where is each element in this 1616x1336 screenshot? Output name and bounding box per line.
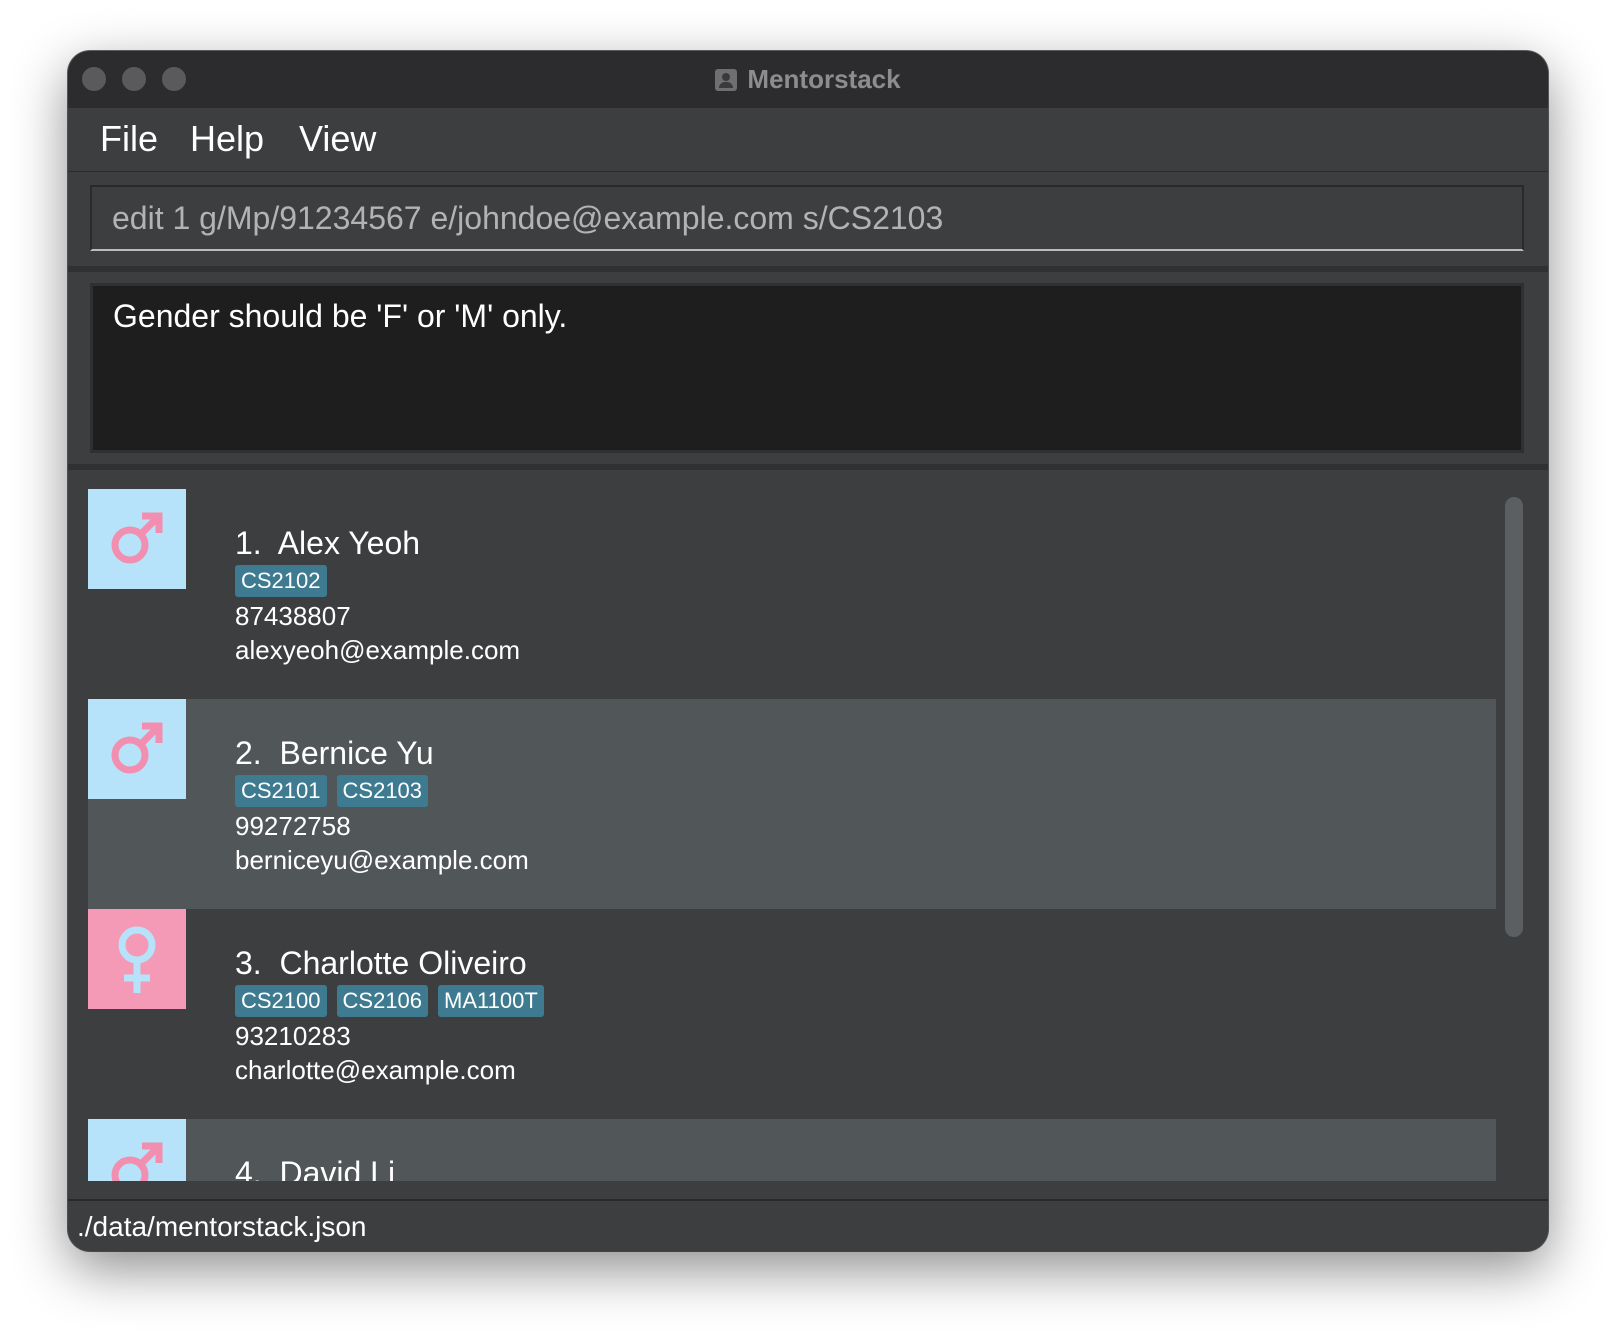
menu-view[interactable]: View — [299, 118, 376, 160]
person-card[interactable]: 2. Bernice Yu CS2101 CS2103 99272758 ber… — [88, 699, 1496, 909]
divider — [68, 464, 1548, 470]
scrollbar-thumb[interactable] — [1505, 497, 1523, 937]
tag-list: CS2102 — [235, 565, 327, 597]
app-icon — [715, 68, 738, 91]
person-name: 2. Bernice Yu — [235, 735, 434, 772]
person-list[interactable]: 1. Alex Yeoh CS2102 87438807 alexyeoh@ex… — [88, 489, 1496, 1181]
gender-avatar — [88, 489, 186, 589]
person-index: 1. — [235, 525, 262, 561]
menu-bar: File Help View — [68, 108, 1548, 172]
menu-file[interactable]: File — [100, 118, 158, 160]
divider — [68, 266, 1548, 272]
person-index: 4. — [235, 1155, 262, 1181]
person-card[interactable]: 1. Alex Yeoh CS2102 87438807 alexyeoh@ex… — [88, 489, 1496, 699]
person-index: 2. — [235, 735, 262, 771]
gender-avatar — [88, 909, 186, 1009]
status-bar: ./data/mentorstack.json — [68, 1199, 1548, 1251]
module-tag: CS2102 — [235, 565, 327, 597]
command-input[interactable] — [92, 187, 1522, 249]
person-name: 1. Alex Yeoh — [235, 525, 420, 562]
data-file-path: ./data/mentorstack.json — [77, 1211, 367, 1242]
person-name: 3. Charlotte Oliveiro — [235, 945, 527, 982]
person-name-text: Charlotte Oliveiro — [279, 945, 527, 981]
person-email: alexyeoh@example.com — [235, 635, 521, 665]
person-email: charlotte@example.com — [235, 1055, 516, 1085]
male-icon — [111, 1142, 163, 1181]
person-name-text: Bernice Yu — [279, 735, 434, 771]
person-name: 4. David Li — [235, 1155, 395, 1181]
window-title: Mentorstack — [747, 64, 901, 94]
module-tag: CS2100 — [235, 985, 327, 1017]
module-tag: CS2101 — [235, 775, 327, 807]
person-card[interactable]: 4. David Li — [88, 1119, 1496, 1181]
female-icon — [118, 926, 156, 993]
person-phone: 93210283 — [235, 1021, 351, 1051]
person-card[interactable]: 3. Charlotte Oliveiro CS2100 CS2106 MA11… — [88, 909, 1496, 1119]
result-display: Gender should be 'F' or 'M' only. — [90, 283, 1524, 453]
person-phone: 99272758 — [235, 811, 351, 841]
app-window: Mentorstack File Help View Gender should… — [68, 51, 1548, 1251]
tag-list: CS2101 CS2103 — [235, 775, 429, 807]
module-tag: CS2106 — [336, 985, 429, 1017]
command-box — [90, 185, 1524, 251]
list-scrollbar[interactable] — [1498, 489, 1526, 1181]
person-name-text: David Li — [279, 1155, 396, 1181]
person-name-text: Alex Yeoh — [277, 525, 421, 561]
person-index: 3. — [235, 945, 262, 981]
person-phone: 87438807 — [235, 601, 351, 631]
module-tag: MA1100T — [438, 985, 544, 1017]
tag-list: CS2100 CS2106 MA1100T — [235, 985, 544, 1017]
gender-avatar — [88, 1119, 186, 1181]
gender-avatar — [88, 699, 186, 799]
module-tag: CS2103 — [336, 775, 429, 807]
title-bar: Mentorstack — [68, 51, 1548, 109]
person-email: berniceyu@example.com — [235, 845, 529, 875]
menu-help[interactable]: Help — [190, 118, 264, 160]
male-icon — [111, 722, 163, 774]
male-icon — [111, 512, 163, 564]
result-message: Gender should be 'F' or 'M' only. — [113, 298, 568, 334]
